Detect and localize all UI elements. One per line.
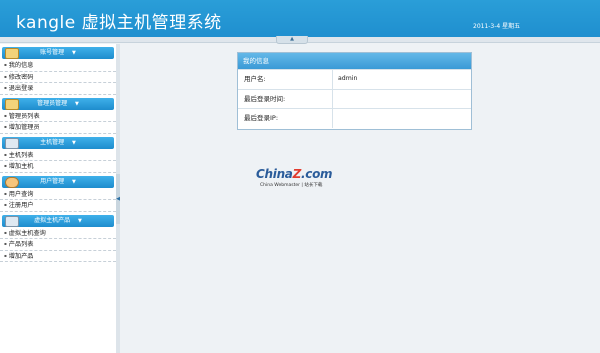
sidebar-toggle-button[interactable]: ◀ <box>116 174 120 224</box>
chevron-left-icon: ◀ <box>116 196 120 202</box>
info-row-last-login-ip: 最后登录IP: <box>238 108 471 128</box>
sidebar-item-add-product[interactable]: 增加产品 <box>0 251 116 262</box>
folder-icon <box>5 98 19 110</box>
panel-title: 我的信息 <box>238 53 471 69</box>
sidebar-item-host-list[interactable]: 主机列表 <box>0 150 116 161</box>
sidebar-group-user[interactable]: 用户管理 ▼ <box>2 175 114 188</box>
sidebar-item-product-list[interactable]: 产品列表 <box>0 239 116 251</box>
group-title: 账号管理 <box>40 49 65 56</box>
info-row-username: 用户名: admin <box>238 69 471 89</box>
header-date: 2011-3-4 星期五 <box>473 23 521 30</box>
chevron-down-icon: ▼ <box>72 50 76 56</box>
sidebar-group-vhost-product[interactable]: 虚拟主机产品 ▼ <box>2 214 114 227</box>
sidebar-item-add-host[interactable]: 增加主机 <box>0 161 116 173</box>
chevron-down-icon: ▼ <box>75 100 79 107</box>
chevron-up-icon: ▲ <box>290 36 294 42</box>
app-header: kangle 虚拟主机管理系统 2011-3-4 星期五 <box>0 0 600 37</box>
info-value: admin <box>338 75 358 82</box>
group-title: 虚拟主机产品 <box>34 216 71 224</box>
chevron-down-icon: ▼ <box>78 217 82 224</box>
app-title: kangle 虚拟主机管理系统 <box>16 13 222 33</box>
folder-icon <box>5 48 19 59</box>
info-label: 最后登录时间: <box>238 89 333 108</box>
users-icon <box>5 176 19 188</box>
sidebar-item-user-search[interactable]: 用户查询 <box>0 189 116 200</box>
group-title: 管理员管理 <box>37 99 68 107</box>
chevron-down-icon: ▼ <box>72 139 76 146</box>
my-info-panel: 我的信息 用户名: admin 最后登录时间: 最后登录IP: <box>237 52 472 130</box>
sidebar-group-account[interactable]: 账号管理 ▼ <box>2 47 114 59</box>
sidebar: 账号管理 ▼ 我的信息 修改密码 退出登录 管理员管理 ▼ 管理员列表 增加管理… <box>0 44 117 353</box>
sidebar-item-logout[interactable]: 退出登录 <box>0 83 116 95</box>
sidebar-item-add-admin[interactable]: 增加管理员 <box>0 122 116 134</box>
sidebar-item-my-info[interactable]: 我的信息 <box>0 60 116 72</box>
sidebar-item-change-password[interactable]: 修改密码 <box>0 72 116 83</box>
server-icon <box>5 215 19 227</box>
sidebar-group-host[interactable]: 主机管理 ▼ <box>2 136 114 149</box>
sidebar-item-register-user[interactable]: 注册用户 <box>0 200 116 212</box>
sidebar-item-vhost-search[interactable]: 虚拟主机查询 <box>0 228 116 239</box>
group-title: 用户管理 <box>40 177 65 185</box>
sidebar-group-admin[interactable]: 管理员管理 ▼ <box>2 97 114 110</box>
info-label: 最后登录IP: <box>238 109 333 128</box>
info-label: 用户名: <box>238 70 333 89</box>
computer-icon <box>5 137 19 149</box>
sidebar-item-admin-list[interactable]: 管理员列表 <box>0 111 116 122</box>
group-title: 主机管理 <box>40 138 65 146</box>
watermark-logo: ChinaZ.com China Webmaster | 站长下载 <box>256 167 346 191</box>
watermark-logo-text: ChinaZ.com <box>256 167 333 181</box>
info-row-last-login-time: 最后登录时间: <box>238 88 471 108</box>
collapse-header-button[interactable]: ▲ <box>276 36 308 44</box>
watermark-subtitle: China Webmaster | 站长下载 <box>260 183 323 188</box>
chevron-down-icon: ▼ <box>72 178 76 185</box>
